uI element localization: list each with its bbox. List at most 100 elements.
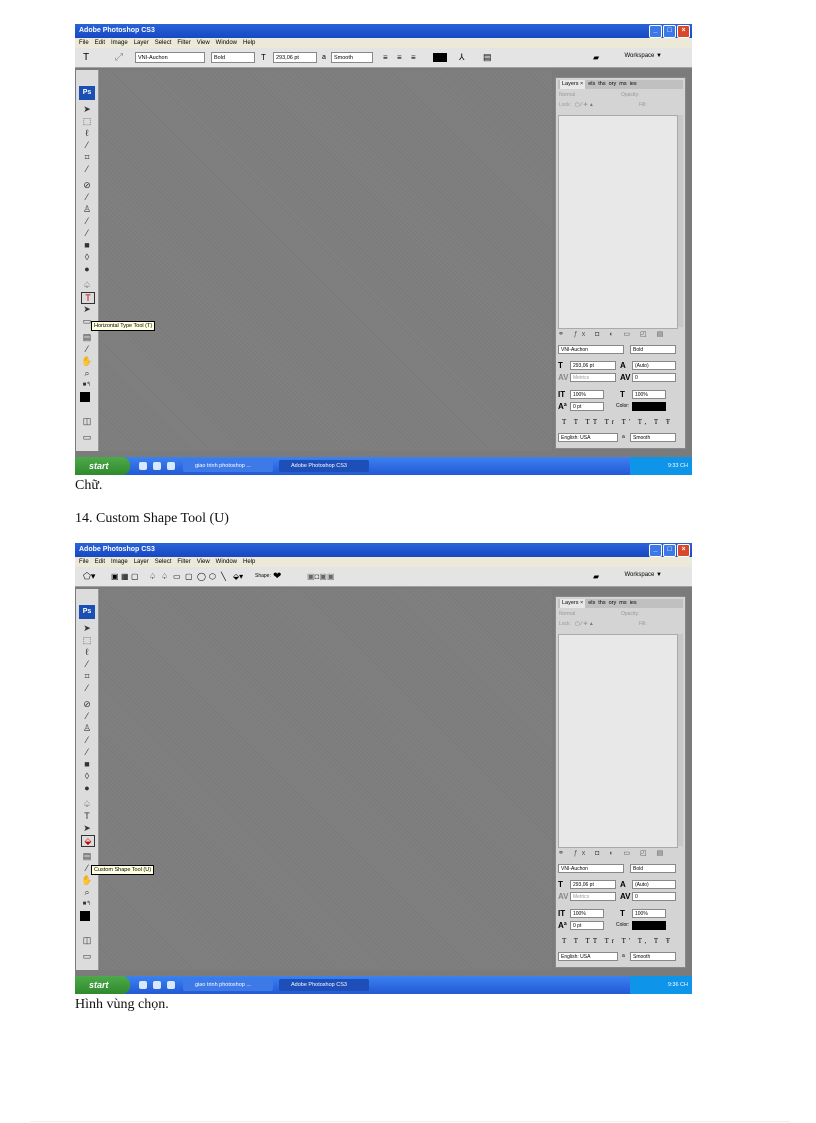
- task-photoshop[interactable]: Adobe Photoshop CS3: [279, 460, 369, 472]
- menu-filter[interactable]: Filter: [177, 38, 190, 48]
- align-right-icon[interactable]: ≡: [411, 51, 416, 64]
- dodge-tool-icon[interactable]: ●: [81, 783, 93, 793]
- faux-style-buttons[interactable]: T T TT Tr T' T, T Ŧ: [562, 418, 673, 426]
- tab-history[interactable]: ory: [609, 80, 617, 89]
- crop-tool-icon[interactable]: ⌗: [81, 671, 93, 681]
- tab-paths[interactable]: ths: [598, 80, 605, 89]
- text-color-swatch[interactable]: [433, 53, 447, 62]
- zoom-tool-icon[interactable]: ⌕: [81, 887, 93, 897]
- menu-layer[interactable]: Layer: [134, 38, 149, 48]
- char-hscale-input[interactable]: 100%: [632, 390, 666, 399]
- tab-actions[interactable]: ms: [619, 80, 626, 89]
- layers-list[interactable]: [558, 634, 678, 848]
- marquee-tool-icon[interactable]: ⬚: [81, 635, 93, 645]
- tab-actions[interactable]: ms: [619, 599, 626, 608]
- align-center-icon[interactable]: ≡: [397, 51, 402, 64]
- menu-help[interactable]: Help: [243, 38, 255, 48]
- hand-tool-icon[interactable]: ✋: [81, 356, 93, 366]
- tab-history[interactable]: ory: [609, 599, 617, 608]
- paths-icon[interactable]: ▦: [121, 570, 129, 583]
- quicklaunch-media-icon[interactable]: [153, 462, 161, 470]
- char-style-select[interactable]: Bold: [630, 864, 676, 873]
- type-tool-icon[interactable]: T: [81, 292, 95, 304]
- layers-scrollbar[interactable]: [678, 115, 683, 327]
- healing-brush-icon[interactable]: ⊘: [81, 699, 93, 709]
- blend-mode-select[interactable]: Normal: [559, 611, 575, 617]
- shape-layers-icon[interactable]: ▣: [111, 570, 119, 583]
- layers-footer-icons[interactable]: ⚭ ƒx ◘ ◐ ▭ ◰ ▤: [558, 330, 682, 339]
- char-tracking-select[interactable]: 0: [632, 373, 676, 382]
- layers-list[interactable]: [558, 115, 678, 329]
- char-color-swatch[interactable]: [632, 921, 666, 930]
- align-left-icon[interactable]: ≡: [383, 51, 388, 64]
- history-brush-icon[interactable]: ⁄: [81, 216, 93, 226]
- tab-layers[interactable]: Layers ×: [560, 80, 586, 89]
- canvas-area[interactable]: [100, 589, 552, 970]
- zoom-tool-icon[interactable]: ⌕: [81, 368, 93, 378]
- menu-select[interactable]: Select: [155, 38, 172, 48]
- tab-channels[interactable]: els: [588, 599, 595, 608]
- foreground-color-swatch[interactable]: [80, 392, 90, 402]
- type-tool-preset[interactable]: T: [83, 51, 89, 64]
- menu-edit[interactable]: Edit: [95, 38, 105, 48]
- swap-colors-icon[interactable]: ■↰: [81, 380, 93, 390]
- pen-icon[interactable]: ♤: [149, 570, 156, 583]
- menu-select[interactable]: Select: [155, 557, 172, 567]
- faux-style-buttons[interactable]: T T TT Tr T' T, T Ŧ: [562, 937, 673, 945]
- stamp-tool-icon[interactable]: ♙: [81, 204, 93, 214]
- menu-file[interactable]: File: [79, 38, 89, 48]
- maximize-icon[interactable]: □: [663, 544, 676, 557]
- tab-properties[interactable]: ies: [630, 80, 637, 89]
- char-font-select[interactable]: VNI-Auchon: [558, 864, 624, 873]
- close-icon[interactable]: ×: [677, 25, 690, 38]
- quick-mask-icon[interactable]: ◫: [81, 416, 93, 426]
- custom-shape-icon[interactable]: ⬙▾: [233, 570, 243, 583]
- orientation-icon[interactable]: ⤢: [115, 51, 123, 64]
- polygon-icon[interactable]: ⬡: [209, 570, 216, 583]
- language-select[interactable]: English: USA: [558, 433, 618, 442]
- gradient-tool-icon[interactable]: ■: [81, 759, 93, 769]
- palettes-icon[interactable]: ▤: [483, 51, 492, 64]
- char-vscale-input[interactable]: 100%: [570, 390, 604, 399]
- menu-view[interactable]: View: [197, 557, 210, 567]
- quicklaunch-ie-icon[interactable]: [139, 462, 147, 470]
- task-photoshop[interactable]: Adobe Photoshop CS3: [279, 979, 369, 991]
- bridge-icon[interactable]: ▰: [593, 570, 599, 583]
- blend-mode-select[interactable]: Normal: [559, 92, 575, 98]
- anti-alias-select[interactable]: Smooth: [331, 52, 373, 63]
- magic-wand-icon[interactable]: ⁄: [81, 659, 93, 669]
- menu-layer[interactable]: Layer: [134, 557, 149, 567]
- maximize-icon[interactable]: □: [663, 25, 676, 38]
- tab-properties[interactable]: ies: [630, 599, 637, 608]
- rectangle-icon[interactable]: ▭: [173, 570, 181, 583]
- pen-tool-icon[interactable]: ♤: [81, 799, 93, 809]
- marquee-tool-icon[interactable]: ⬚: [81, 116, 93, 126]
- quicklaunch-desktop-icon[interactable]: [167, 462, 175, 470]
- menu-window[interactable]: Window: [216, 38, 237, 48]
- notes-tool-icon[interactable]: ▤: [81, 851, 93, 861]
- slice-tool-icon[interactable]: ⁄: [81, 164, 93, 174]
- path-selection-icon[interactable]: ➤: [81, 823, 93, 833]
- crop-tool-icon[interactable]: ⌗: [81, 152, 93, 162]
- quicklaunch-desktop-icon[interactable]: [167, 981, 175, 989]
- font-family-select[interactable]: VNI-Auchon: [135, 52, 205, 63]
- combine-mode-icons[interactable]: ▣◘▣▣: [307, 570, 335, 583]
- menu-window[interactable]: Window: [216, 557, 237, 567]
- heart-shape-picker[interactable]: ❤: [273, 570, 281, 583]
- workspace-menu[interactable]: Workspace ▼: [624, 53, 662, 59]
- tab-layers[interactable]: Layers ×: [560, 599, 586, 608]
- menu-help[interactable]: Help: [243, 557, 255, 567]
- bridge-icon[interactable]: ▰: [593, 51, 599, 64]
- char-color-swatch[interactable]: [632, 402, 666, 411]
- char-size-select[interactable]: 293,06 pt: [570, 361, 616, 370]
- layers-scrollbar[interactable]: [678, 634, 683, 846]
- pen-tool-icon[interactable]: ♤: [81, 280, 93, 290]
- char-vscale-input[interactable]: 100%: [570, 909, 604, 918]
- canvas-area[interactable]: [100, 70, 552, 451]
- path-selection-icon[interactable]: ➤: [81, 304, 93, 314]
- start-button[interactable]: start: [75, 457, 130, 475]
- lock-icons[interactable]: ▢ ⁄ ✛ ▲: [575, 620, 594, 629]
- eraser-tool-icon[interactable]: ⁄: [81, 747, 93, 757]
- quicklaunch-media-icon[interactable]: [153, 981, 161, 989]
- char-leading-select[interactable]: (Auto): [632, 361, 676, 370]
